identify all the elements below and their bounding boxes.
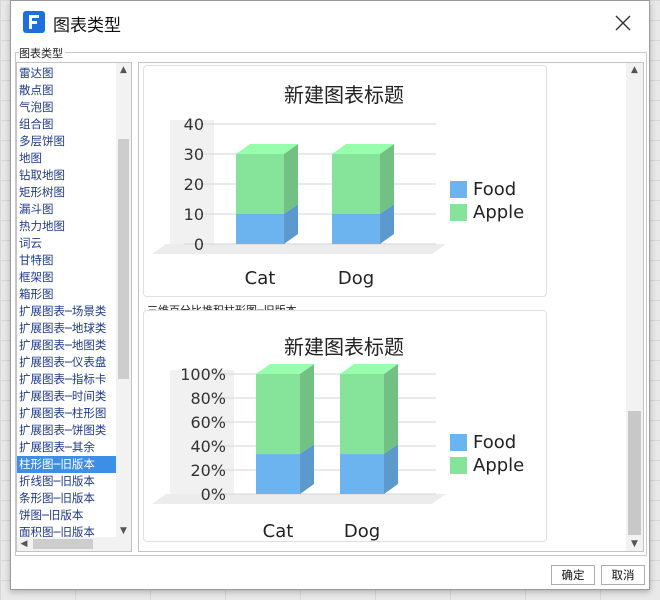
x-tick-label: Dog (338, 268, 374, 289)
chart-title: 新建图表标题 (284, 83, 404, 107)
app-logo-icon (23, 11, 45, 33)
close-button[interactable] (607, 9, 639, 37)
bar-segment (256, 374, 300, 455)
chart-preview-card[interactable]: 新建图表标题 0 10 20 30 40 Cat Dog Food Apple (143, 65, 547, 297)
list-scroll-thumb[interactable] (118, 139, 129, 379)
y-tick-label: 100% (180, 365, 226, 384)
chart-preview-card[interactable]: 新建图表标题 0% 20% 40% 60% 80% 100% Cat Dog Food Apple (143, 310, 547, 542)
list-horizontal-scrollbar[interactable]: ◀ (17, 537, 131, 551)
y-tick-label: 20 (184, 175, 204, 194)
chart-type-item[interactable]: 热力地图 (17, 218, 117, 235)
preview-scroll-thumb[interactable] (628, 411, 641, 535)
chart-type-item[interactable]: 扩展图表─饼图类 (17, 422, 117, 439)
chart-type-item[interactable]: 扩展图表─其余 (17, 439, 117, 456)
bar-segment-side (380, 144, 394, 214)
y-tick-label: 0% (201, 485, 226, 504)
chart-type-item[interactable]: 扩展图表─时间类 (17, 388, 117, 405)
chart-type-item[interactable]: 组合图 (17, 116, 117, 133)
chart-type-item[interactable]: 钻取地图 (17, 167, 117, 184)
chart-type-item[interactable]: 矩形树图 (17, 184, 117, 201)
chart-type-item[interactable]: 扩展图表─场景类 (17, 303, 117, 320)
chart-type-item[interactable]: 饼图─旧版本 (17, 507, 117, 524)
chart-type-item[interactable]: 扩展图表─地图类 (17, 337, 117, 354)
scroll-down-icon[interactable]: ▼ (116, 524, 131, 538)
scroll-left-icon[interactable]: ◀ (17, 537, 31, 551)
chart-3d-stacked-bar: 新建图表标题 0 10 20 30 40 Cat Dog FoodApple (152, 83, 524, 289)
bar-segment-side (284, 144, 298, 214)
legend-label: Apple (473, 455, 524, 476)
bar-segment (256, 454, 300, 494)
list-hscroll-thumb[interactable] (33, 539, 93, 549)
chart-type-item[interactable]: 扩展图表─柱形图 (17, 405, 117, 422)
title-bar: 图表类型 (11, 1, 649, 45)
chart-type-item[interactable]: 雷达图 (17, 65, 117, 82)
chart-3d-percent-stacked-bar: 新建图表标题 0% 20% 40% 60% 80% 100% Cat Dog FoodApple (152, 335, 524, 542)
legend-label: Food (473, 179, 516, 200)
chart-type-item[interactable]: 地图 (17, 150, 117, 167)
legend-label: Apple (473, 202, 524, 223)
legend-swatch (450, 434, 467, 451)
y-tick-label: 40% (190, 437, 226, 456)
scroll-up-icon[interactable]: ▲ (116, 63, 131, 77)
chart-type-item[interactable]: 扩展图表─仪表盘 (17, 354, 117, 371)
bar-segment (236, 214, 284, 244)
chart-type-item[interactable]: 甘特图 (17, 252, 117, 269)
chart-type-dialog: 图表类型 图表类型 雷达图 散点图 气泡图 组合图 多层饼图 地图 钻取地图 矩形树图 漏斗图热… (10, 0, 650, 590)
bar-segment (236, 154, 284, 214)
chart-floor (152, 494, 446, 504)
chart-preview-panel: 新建图表标题010203040CatDogFoodApple 三维百分比堆积柱形… (138, 62, 644, 552)
chart-type-item[interactable]: 条形图─旧版本 (17, 490, 117, 507)
chart-type-item[interactable]: 框架图 (17, 269, 117, 286)
chart-type-item[interactable]: 箱形图 (17, 286, 117, 303)
bar-segment-side (300, 364, 314, 455)
chart-type-item[interactable]: 气泡图 (17, 99, 117, 116)
bar-segment-side (384, 364, 398, 455)
close-icon (615, 15, 631, 31)
legend-swatch (450, 181, 467, 198)
legend-swatch (450, 457, 467, 474)
y-tick-label: 60% (190, 413, 226, 432)
bar-segment (340, 454, 384, 494)
y-tick-label: 20% (190, 461, 226, 480)
chart-title: 新建图表标题 (284, 335, 404, 359)
group-label: 图表类型 (19, 45, 65, 61)
chart-type-list[interactable]: 雷达图 散点图 气泡图 组合图 多层饼图 地图 钻取地图 矩形树图 漏斗图 热力地图 词云 甘特图 框架… (16, 62, 132, 552)
scroll-up-icon[interactable]: ▲ (626, 63, 643, 77)
y-tick-label: 30 (184, 145, 204, 164)
chart-type-item[interactable]: 词云 (17, 235, 117, 252)
x-tick-label: Cat (263, 521, 294, 542)
y-tick-label: 80% (190, 389, 226, 408)
cancel-button[interactable]: 取消 (601, 565, 645, 585)
x-tick-label: Cat (245, 268, 276, 289)
chart-type-item[interactable]: 多层饼图 (17, 133, 117, 150)
dialog-title: 图表类型 (53, 16, 121, 36)
chart-type-item[interactable]: 散点图 (17, 82, 117, 99)
chart-type-item[interactable]: 漏斗图 (17, 201, 117, 218)
y-tick-label: 40 (184, 115, 204, 134)
bar-segment (332, 154, 380, 214)
legend-swatch (450, 204, 467, 221)
bar-segment (332, 214, 380, 244)
legend-label: Food (473, 432, 516, 453)
ok-button[interactable]: 确定 (551, 565, 595, 585)
bar-segment (340, 374, 384, 455)
scroll-down-icon[interactable]: ▼ (626, 537, 643, 551)
chart-type-items: 雷达图 散点图 气泡图 组合图 多层饼图 地图 钻取地图 矩形树图 漏斗图 热力地图 词云 甘特图 框架… (17, 65, 117, 541)
x-tick-label: Dog (344, 521, 380, 542)
preview-scrollbar[interactable]: ▲ ▼ (626, 63, 643, 551)
chart-type-item[interactable]: 扩展图表─地球类 (17, 320, 117, 337)
y-tick-label: 0 (194, 235, 204, 254)
list-vertical-scrollbar[interactable]: ▲ ▼ (116, 63, 131, 538)
chart-type-item[interactable]: 扩展图表─指标卡 (17, 371, 117, 388)
chart-type-item[interactable]: 柱形图─旧版本 (17, 456, 117, 473)
y-tick-label: 10 (184, 205, 204, 224)
chart-type-item[interactable]: 折线图─旧版本 (17, 473, 117, 490)
